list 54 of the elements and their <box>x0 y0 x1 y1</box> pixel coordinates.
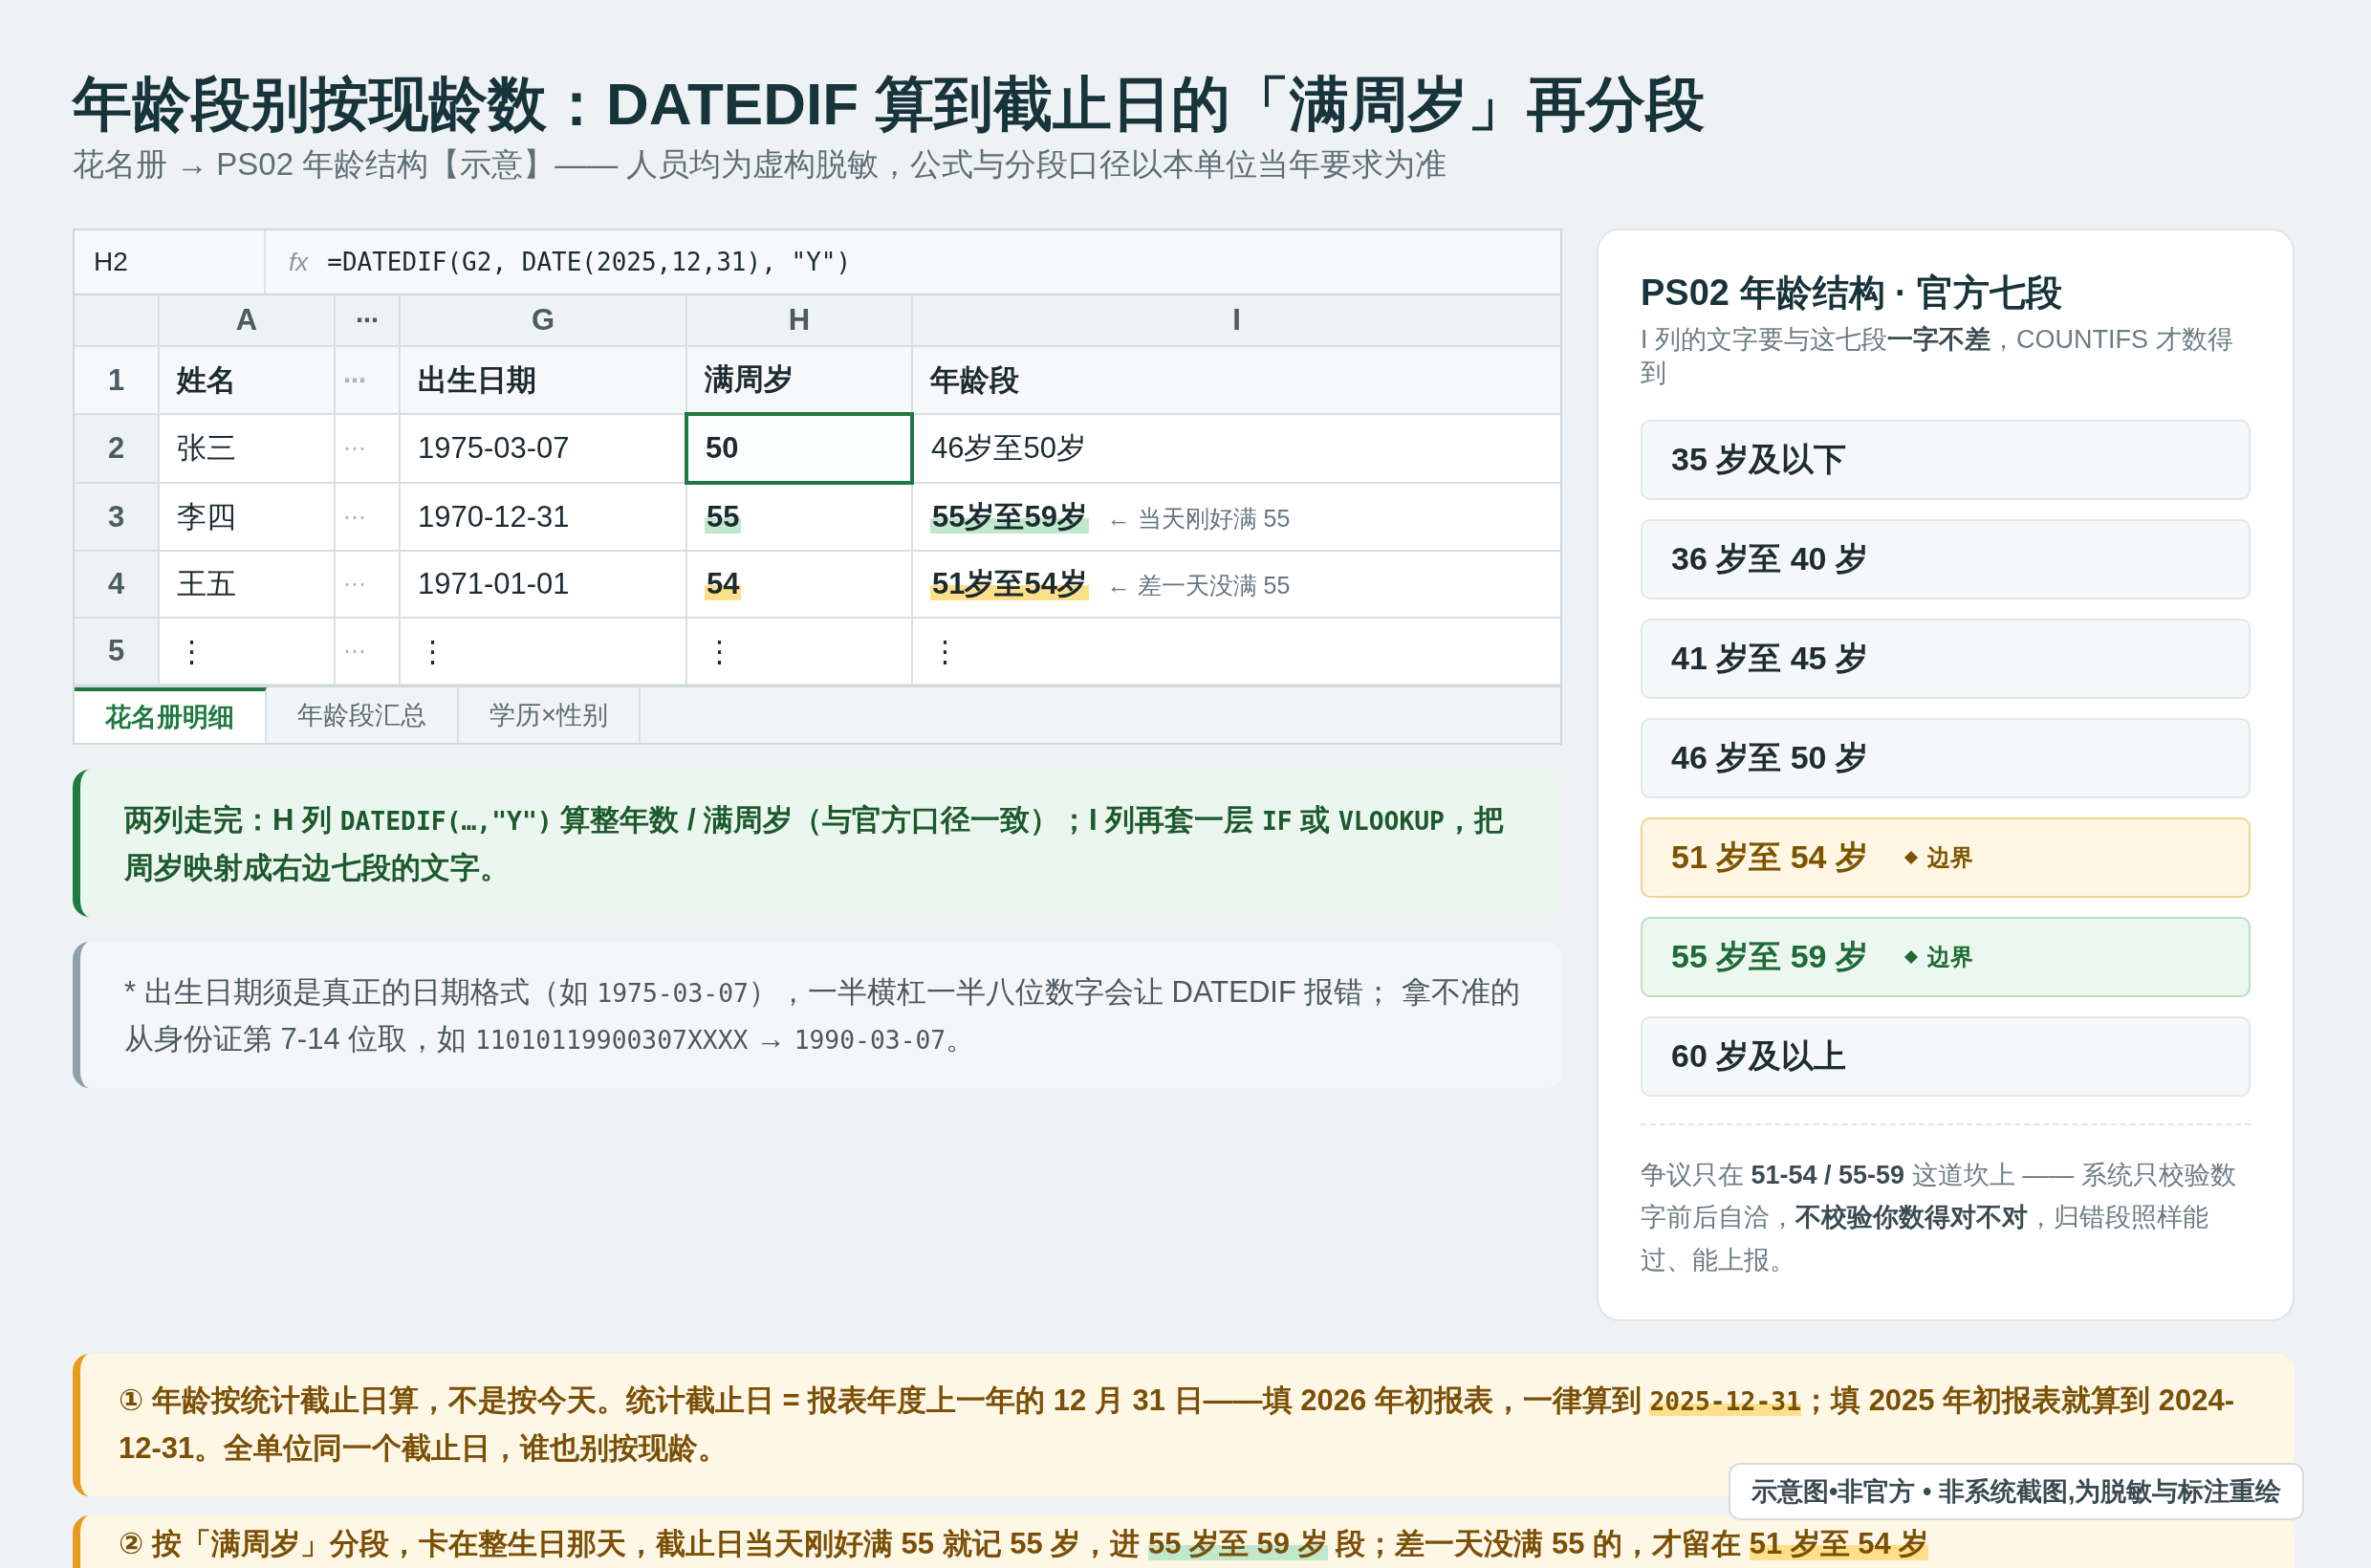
boundary-tag: 边界 <box>1927 941 1973 972</box>
table-cell: ⋯ <box>335 414 400 484</box>
table-cell: ⋯ <box>335 346 400 415</box>
age-band-label: 55 岁至 59 岁 <box>1671 936 1868 976</box>
table-cell[interactable]: 55 <box>686 483 912 552</box>
table-cell: 1971-01-01 <box>400 551 686 619</box>
row-number[interactable]: 3 <box>75 483 159 552</box>
table-cell: 年龄段 <box>912 346 1560 415</box>
table-cell: 李四 <box>159 483 335 552</box>
table-cell: 王五 <box>159 551 335 619</box>
highlighted-value: 55岁至59岁 <box>930 499 1089 534</box>
annotation: ← 当天刚好满 55 <box>1106 504 1291 532</box>
table-cell: 1970-12-31 <box>400 483 686 552</box>
row-number[interactable]: 2 <box>75 414 159 484</box>
formula-field[interactable]: =DATEDIF(G2, DATE(2025,12,31), "Y") <box>327 248 852 277</box>
sheet-tab[interactable]: 年龄段汇总 <box>267 687 459 744</box>
age-band-label: 51 岁至 54 岁 <box>1671 837 1868 877</box>
age-band-label: 36 岁至 40 岁 <box>1671 538 1868 578</box>
page-title: 年龄段别按现龄数：DATEDIF 算到截止日的「满周岁」再分段 <box>73 70 1707 139</box>
row-number[interactable]: 4 <box>75 551 159 619</box>
age-band-label: 41 岁至 45 岁 <box>1671 638 1868 678</box>
table-cell: 张三 <box>159 414 335 484</box>
table-cell: ⋯ <box>335 551 400 619</box>
age-band-label: 46 岁至 50 岁 <box>1671 737 1868 777</box>
table-cell: ⋯ <box>335 483 400 552</box>
row-number[interactable]: 5 <box>75 618 159 686</box>
sheet-tab[interactable]: 学历×性别 <box>459 687 641 744</box>
callout-text: ② 按「满周岁」分段，卡在整生日那天，截止日当天刚好满 55 就记 55 岁，进 55 岁至 59 岁 段；差一天没满 55 的，才留在 51 岁至 54 岁 <box>73 1515 2295 1568</box>
column-header[interactable]: H <box>686 295 912 347</box>
note-text: 两列走完：H 列 DATEDIF(…,"Y") 算整年数 / 满周岁（与官方口径一致）；I 列再套一层 IF 或 VLOOKUP，把周岁映射成右边七段的文字。 <box>73 770 1562 917</box>
row-number[interactable]: 1 <box>75 346 159 415</box>
disclaimer-badge: 示意图•非官方 • 非系统截图,为脱敏与标注重绘 <box>1729 1463 2305 1520</box>
table-cell: 姓名 <box>159 346 335 415</box>
table-cell[interactable]: 50 <box>686 414 912 484</box>
panel-title: PS02 年龄结构 · 官方七段 <box>1641 272 2064 316</box>
table-cell: 满周岁 <box>686 346 912 415</box>
page-subtitle: 花名册 → PS02 年龄结构【示意】—— 人员均为虚构脱敏，公式与分段口径以本单位当年要求为准 <box>73 145 1448 185</box>
boundary-tag: 边界 <box>1927 841 1973 873</box>
panel-description: I 列的文字要与这七段一字不差，COUNTIFS 才数得到 <box>1641 324 2234 390</box>
cell-reference-field[interactable]: H2 <box>75 230 266 294</box>
age-band-label: 60 岁及以上 <box>1671 1035 1847 1076</box>
age-band-label: 35 岁及以下 <box>1671 439 1847 479</box>
annotation: ← 差一天没满 55 <box>1106 572 1291 599</box>
column-header[interactable]: A <box>159 295 335 347</box>
fx-label: fx <box>289 247 309 277</box>
table-cell[interactable]: 54 <box>686 551 912 619</box>
column-header[interactable]: G <box>400 295 686 347</box>
sheet-tab[interactable]: 花名册明细 <box>75 687 267 744</box>
table-cell: 出生日期 <box>400 346 686 415</box>
panel-footnote: 争议只在 51-54 / 55-59 这道坎上 —— 系统只校验数字前后自洽，不校验你数得对不对，归错段照样能过、能上报。 <box>1641 1122 2251 1282</box>
note-text: * 出生日期须是真正的日期格式（如 1975-03-07），一半横杠一半八位数字会让 DATEDIF 报错； 拿不准的从身份证第 7-14 位取，如 11010119900307XXXX → 1990-03-07。 <box>73 941 1562 1088</box>
column-header[interactable]: I <box>912 295 1560 347</box>
highlighted-value: 51岁至54岁 <box>930 567 1089 601</box>
column-header[interactable]: ⋯ <box>335 295 400 347</box>
